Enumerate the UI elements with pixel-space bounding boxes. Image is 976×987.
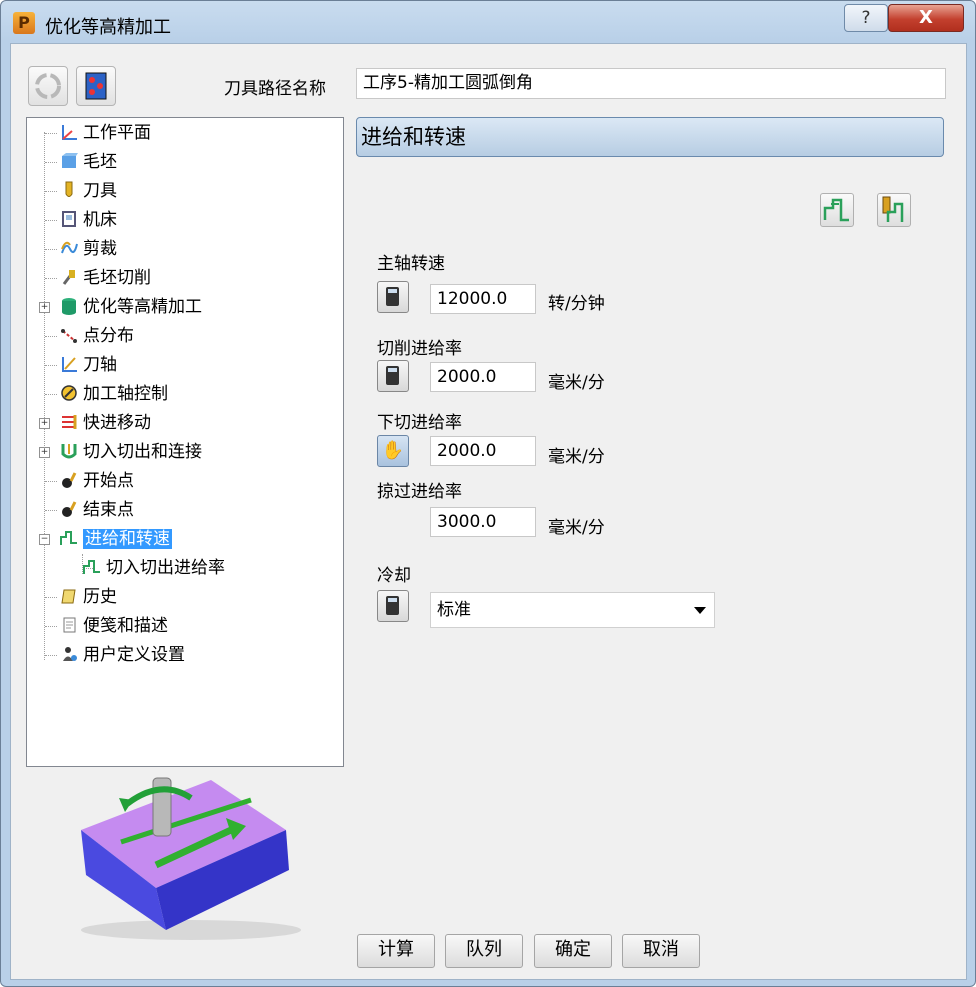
spindle-speed-label: 主轴转速 [377, 254, 445, 274]
axis-control-icon [61, 385, 77, 401]
coolant-select[interactable]: 标准 [430, 592, 715, 628]
tree-item-limit[interactable]: 剪裁 [60, 235, 117, 263]
tree-item-point-distribution[interactable]: 点分布 [60, 322, 134, 350]
tree-item-notes[interactable]: 便笺和描述 [60, 612, 168, 640]
coolant-label: 冷却 [377, 566, 411, 586]
tree-item-axis-control[interactable]: 加工轴控制 [60, 380, 168, 408]
section-header: 进给和转速 [356, 117, 944, 157]
point-distribution-icon [61, 329, 77, 343]
cutting-feed-calculator-icon[interactable] [377, 360, 409, 392]
user-settings-icon [63, 647, 77, 661]
cutting-feed-unit: 毫米/分 [548, 373, 605, 393]
recycle-icon [35, 73, 61, 99]
workplane-icon [62, 125, 77, 140]
tree-item-leads-links[interactable]: 切入切出和连接 [60, 438, 202, 466]
strategy-icon [62, 298, 76, 315]
rapid-move-icon [62, 415, 77, 429]
end-point-icon [62, 501, 77, 517]
skim-feed-label: 掠过进给率 [377, 482, 462, 502]
chevron-down-icon [694, 607, 706, 614]
tree-item-feeds-speeds[interactable]: 进给和转速 [60, 525, 172, 553]
plunge-feed-label: 下切进给率 [377, 413, 462, 433]
cancel-button[interactable]: 取消 [622, 934, 700, 968]
help-button[interactable]: ? [844, 4, 888, 32]
expand-strategy-toggle[interactable]: + [39, 302, 50, 313]
recycle-toolpath-button[interactable] [28, 66, 68, 106]
coolant-value: 标准 [437, 600, 471, 620]
tree-item-stock-cut[interactable]: 毛坯切削 [60, 264, 151, 292]
settings-tree: 工作平面 毛坯 刀具 机床 剪裁 毛坯切削 + 优化等高精加工 点分布 刀轴 加… [26, 117, 344, 767]
tree-item-block[interactable]: 毛坯 [60, 148, 117, 176]
plunge-feed-input[interactable]: 2000.0 [430, 436, 536, 466]
plunge-feed-unit: 毫米/分 [548, 447, 605, 467]
block-icon [62, 153, 78, 168]
feed-reset-icon [823, 198, 849, 222]
strategy-picker-button[interactable] [76, 66, 116, 106]
skim-feed-input[interactable]: 3000.0 [430, 507, 536, 537]
start-point-icon [62, 472, 77, 488]
tool-feed-icon [882, 196, 904, 222]
tree-item-workplane[interactable]: 工作平面 [60, 119, 151, 147]
lead-feed-icon [83, 560, 100, 574]
spindle-speed-unit: 转/分钟 [548, 294, 605, 314]
tree-item-user-settings[interactable]: 用户定义设置 [60, 641, 185, 669]
tree-item-end-point[interactable]: 结束点 [60, 496, 134, 524]
tree-item-tool-axis[interactable]: 刀轴 [60, 351, 117, 379]
tree-item-tool[interactable]: 刀具 [60, 177, 117, 205]
cutting-feed-label: 切削进给率 [377, 339, 462, 359]
window-title: 优化等高精加工 [45, 17, 171, 38]
history-icon [61, 589, 76, 604]
tree-item-rapid-move[interactable]: 快进移动 [60, 409, 151, 437]
stock-cut-icon [62, 270, 75, 285]
dialog-body: 刀具路径名称 工序5-精加工圆弧倒角 工作平面 毛坯 刀具 机床 剪裁 毛坯切削… [10, 43, 967, 980]
spindle-speed-input[interactable]: 12000.0 [430, 284, 536, 314]
feed-reset-button[interactable] [820, 193, 854, 227]
toolpath-name-label: 刀具路径名称 [224, 79, 326, 99]
skim-feed-unit: 毫米/分 [548, 518, 605, 538]
close-button[interactable]: X [888, 4, 964, 32]
plunge-feed-manual-icon[interactable]: ✋ [377, 435, 409, 467]
ok-button[interactable]: 确定 [534, 934, 612, 968]
feeds-speeds-icon [60, 531, 77, 545]
strategy-picker-icon [85, 72, 107, 100]
expand-leads-links-toggle[interactable]: + [39, 447, 50, 458]
collapse-feeds-speeds-toggle[interactable]: − [39, 534, 50, 545]
coolant-calculator-icon[interactable] [377, 590, 409, 622]
title-bar[interactable]: P 优化等高精加工 ? X [1, 1, 975, 43]
calculate-button[interactable]: 计算 [357, 934, 435, 968]
machine-icon [62, 211, 76, 227]
tool-axis-icon [62, 357, 77, 372]
cutting-feed-input[interactable]: 2000.0 [430, 362, 536, 392]
tree-item-start-point[interactable]: 开始点 [60, 467, 134, 495]
strategy-preview-image [81, 777, 301, 940]
tree-item-machine[interactable]: 机床 [60, 206, 117, 234]
toolpath-name-input[interactable]: 工序5-精加工圆弧倒角 [356, 68, 946, 99]
app-logo-icon: P [13, 12, 35, 34]
queue-button[interactable]: 队列 [445, 934, 523, 968]
dialog-window: P 优化等高精加工 ? X 刀具路径名称 工序5-精加工圆弧倒角 工作平面 毛坯… [0, 0, 976, 987]
notes-icon [63, 617, 76, 633]
tree-item-strategy[interactable]: 优化等高精加工 [60, 293, 202, 321]
tool-icon [65, 181, 73, 197]
leads-links-icon [61, 444, 77, 459]
tree-item-history[interactable]: 历史 [60, 583, 117, 611]
spindle-calculator-icon[interactable] [377, 281, 409, 313]
tree-item-lead-feed[interactable]: 切入切出进给率 [83, 554, 225, 582]
limit-icon [61, 241, 78, 254]
tool-feed-button[interactable] [877, 193, 911, 227]
expand-rapid-move-toggle[interactable]: + [39, 418, 50, 429]
